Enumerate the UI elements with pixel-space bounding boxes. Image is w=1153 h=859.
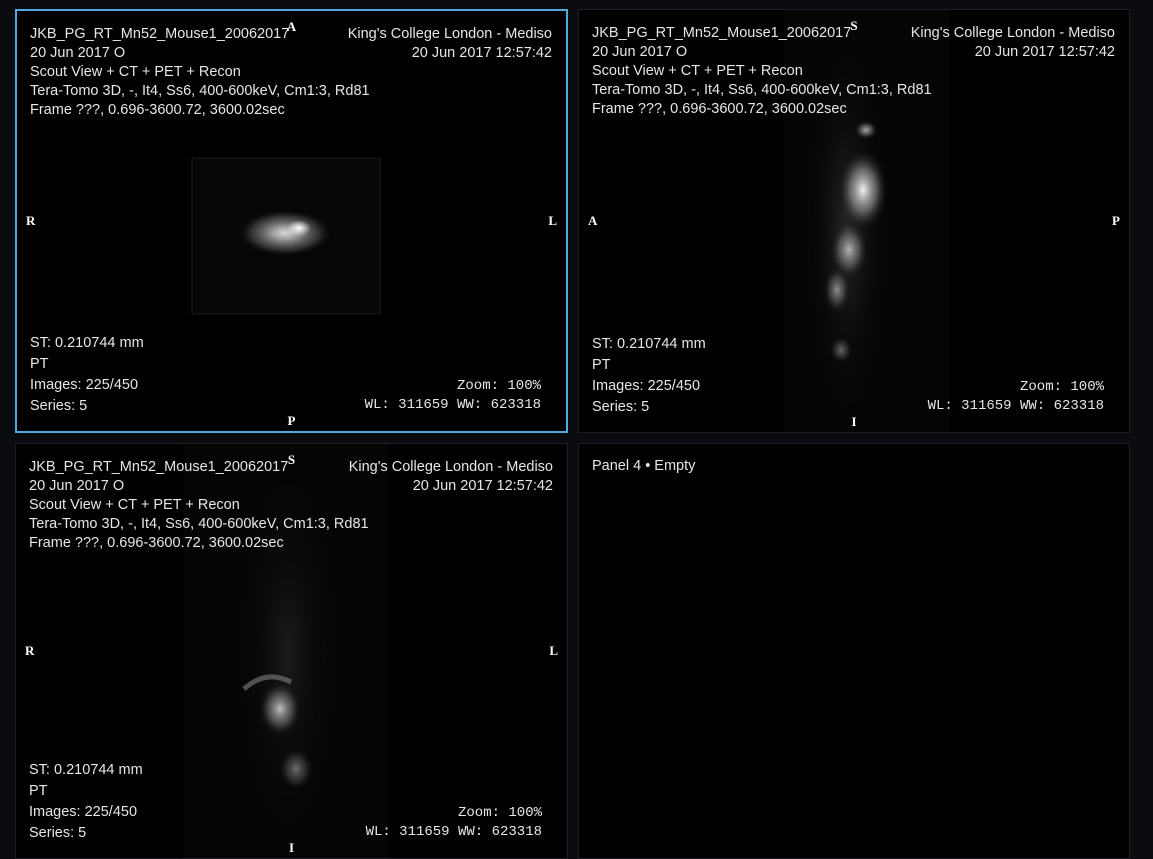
overlay-top-right: King's College London - Mediso 20 Jun 20… bbox=[911, 24, 1115, 62]
recon-params: Tera-Tomo 3D, -, It4, Ss6, 400-600keV, C… bbox=[30, 83, 370, 99]
viewport-axial[interactable]: JKB_PG_RT_Mn52_Mouse1_20062017 20 Jun 20… bbox=[15, 9, 568, 433]
study-date: 20 Jun 2017 O bbox=[29, 478, 125, 494]
series-number: Series: 5 bbox=[30, 398, 88, 414]
series-description: Scout View + CT + PET + Recon bbox=[29, 497, 240, 513]
slice-thickness: ST: 0.210744 mm bbox=[29, 762, 143, 778]
patient-name: JKB_PG_RT_Mn52_Mouse1_20062017 bbox=[592, 25, 852, 41]
window-level: WL: 311659 WW: 623318 bbox=[364, 397, 541, 413]
overlay-top-left: JKB_PG_RT_Mn52_Mouse1_20062017 20 Jun 20… bbox=[30, 25, 370, 120]
frame-info: Frame ???, 0.696-3600.72, 3600.02sec bbox=[30, 102, 285, 118]
frame-info: Frame ???, 0.696-3600.72, 3600.02sec bbox=[29, 535, 284, 551]
recon-params: Tera-Tomo 3D, -, It4, Ss6, 400-600keV, C… bbox=[29, 516, 369, 532]
orientation-bottom: I bbox=[851, 414, 857, 429]
overlay-bottom-right: Zoom: 100% WL: 311659 WW: 623318 bbox=[365, 377, 541, 415]
modality: PT bbox=[30, 356, 49, 372]
series-number: Series: 5 bbox=[29, 825, 87, 841]
viewport-empty[interactable]: Panel 4 • Empty bbox=[578, 443, 1130, 859]
overlay-bottom-right: Zoom: 100% WL: 311659 WW: 623318 bbox=[366, 804, 542, 842]
slice-thickness: ST: 0.210744 mm bbox=[30, 335, 144, 351]
study-datetime: 20 Jun 2017 12:57:42 bbox=[412, 478, 553, 494]
overlay-top-left: JKB_PG_RT_Mn52_Mouse1_20062017 20 Jun 20… bbox=[592, 24, 932, 119]
window-level: WL: 311659 WW: 623318 bbox=[927, 398, 1104, 414]
orientation-left: R bbox=[26, 213, 36, 228]
image-index: Images: 225/450 bbox=[29, 804, 138, 820]
overlay-bottom-right: Zoom: 100% WL: 311659 WW: 623318 bbox=[928, 378, 1104, 416]
orientation-left: R bbox=[25, 643, 35, 658]
overlay-bottom-left: ST: 0.210744 mm PT Images: 225/450 Serie… bbox=[30, 333, 144, 417]
orientation-top: A bbox=[286, 19, 297, 34]
zoom-level: Zoom: 100% bbox=[456, 378, 541, 394]
overlay-top-left: JKB_PG_RT_Mn52_Mouse1_20062017 20 Jun 20… bbox=[29, 458, 369, 553]
study-datetime: 20 Jun 2017 12:57:42 bbox=[974, 44, 1115, 60]
zoom-level: Zoom: 100% bbox=[1019, 379, 1104, 395]
orientation-bottom: I bbox=[288, 840, 295, 855]
orientation-right: L bbox=[549, 643, 558, 658]
institution: King's College London - Mediso bbox=[910, 25, 1115, 41]
viewport-coronal[interactable]: JKB_PG_RT_Mn52_Mouse1_20062017 20 Jun 20… bbox=[15, 443, 568, 859]
orientation-right: L bbox=[548, 213, 557, 228]
window-level: WL: 311659 WW: 623318 bbox=[365, 824, 542, 840]
orientation-right: P bbox=[1112, 213, 1120, 228]
institution: King's College London - Mediso bbox=[348, 459, 553, 475]
orientation-top: S bbox=[850, 18, 858, 33]
study-date: 20 Jun 2017 O bbox=[592, 44, 688, 60]
image-index: Images: 225/450 bbox=[592, 378, 701, 394]
study-date: 20 Jun 2017 O bbox=[30, 45, 126, 61]
overlay-top-right: King's College London - Mediso 20 Jun 20… bbox=[348, 25, 552, 63]
series-description: Scout View + CT + PET + Recon bbox=[30, 64, 241, 80]
recon-params: Tera-Tomo 3D, -, It4, Ss6, 400-600keV, C… bbox=[592, 82, 932, 98]
orientation-left: A bbox=[588, 213, 598, 228]
modality: PT bbox=[29, 783, 48, 799]
overlay-bottom-left: ST: 0.210744 mm PT Images: 225/450 Serie… bbox=[592, 334, 706, 418]
image-index: Images: 225/450 bbox=[30, 377, 139, 393]
overlay-top-right: King's College London - Mediso 20 Jun 20… bbox=[349, 458, 553, 496]
study-datetime: 20 Jun 2017 12:57:42 bbox=[411, 45, 552, 61]
empty-panel-label: Panel 4 • Empty bbox=[592, 458, 696, 474]
series-description: Scout View + CT + PET + Recon bbox=[592, 63, 803, 79]
patient-name: JKB_PG_RT_Mn52_Mouse1_20062017 bbox=[30, 26, 290, 42]
series-number: Series: 5 bbox=[592, 399, 650, 415]
overlay-bottom-left: ST: 0.210744 mm PT Images: 225/450 Serie… bbox=[29, 760, 143, 844]
orientation-top: S bbox=[287, 452, 296, 467]
zoom-level: Zoom: 100% bbox=[457, 805, 542, 821]
viewport-sagittal[interactable]: JKB_PG_RT_Mn52_Mouse1_20062017 20 Jun 20… bbox=[578, 9, 1130, 433]
patient-name: JKB_PG_RT_Mn52_Mouse1_20062017 bbox=[29, 459, 289, 475]
slice-thickness: ST: 0.210744 mm bbox=[592, 336, 706, 352]
frame-info: Frame ???, 0.696-3600.72, 3600.02sec bbox=[592, 101, 847, 117]
orientation-bottom: P bbox=[287, 413, 296, 428]
institution: King's College London - Mediso bbox=[347, 26, 552, 42]
modality: PT bbox=[592, 357, 611, 373]
